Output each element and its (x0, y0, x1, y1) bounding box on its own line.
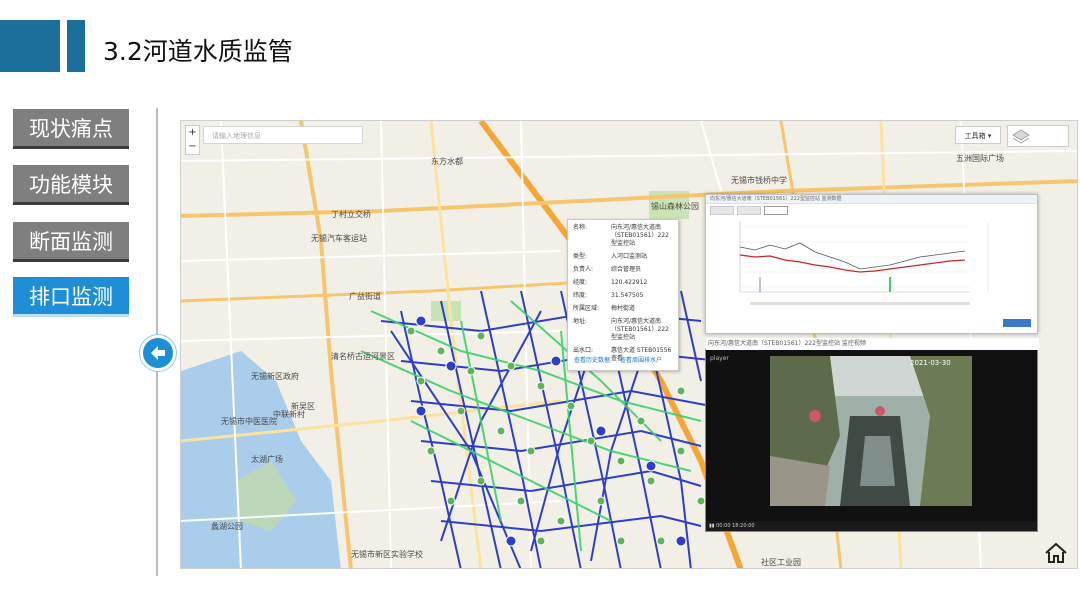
nav-item-outlet-monitoring[interactable]: 排口监测 (13, 277, 129, 317)
zoom-in-button[interactable]: + (186, 126, 199, 140)
popup-key: 名称: (573, 224, 588, 231)
popup-key: 经度: (573, 279, 588, 286)
player-label: player (710, 355, 729, 362)
popup-value: 入河口监测站 (611, 253, 648, 260)
chart-series-red (739, 254, 966, 273)
zoom-out-button[interactable]: − (186, 140, 199, 154)
station-info-popup: 名称: 向东河/惠信大道南（STEB01561）222型监控站 类型: 入河口监测站… (567, 219, 679, 371)
chart-tab-active[interactable] (764, 206, 788, 215)
chart-tabs (706, 204, 1037, 217)
map-label: 广益街道 (349, 292, 381, 301)
video-window: 向东河/惠信大道南（STEB01561）222型监控站 监控视频 player … (705, 338, 1039, 532)
view-nearby-link[interactable]: 查看周围排水户 (620, 357, 662, 364)
query-button[interactable] (1003, 319, 1031, 327)
map-label: 锡山森林公园 (651, 202, 699, 211)
video-time-readout: 00:00 18:20:00 (716, 523, 755, 529)
popup-value: 梅村街道 (611, 305, 636, 312)
map-label: 社区工业园 (761, 558, 801, 567)
popup-key: 所属区域: (573, 305, 600, 312)
back-arrow-button[interactable] (140, 335, 176, 371)
popup-key: 负责人: (573, 266, 594, 273)
chart-series-gray (739, 242, 966, 270)
video-window-title: 向东河/惠信大道南（STEB01561）222型监控站 监控视频 (706, 338, 1039, 350)
map-panel[interactable]: 无锡汽车客运站 广益街道 无锡新区政府 新吴区 无锡市中医医院 中联新村 五洲国… (180, 120, 1078, 569)
map-label: 清名桥古运河景区 (331, 352, 395, 361)
popup-value: 向东河/惠信大道南（STEB01561）222型监控站 (611, 318, 669, 341)
popup-key: 类型: (573, 253, 588, 260)
arrow-left-icon (151, 346, 165, 360)
map-label: 五洲国际广场 (956, 154, 1004, 163)
video-frame[interactable]: 2021-03-30 (770, 356, 972, 506)
popup-value: 120.422912 (611, 279, 648, 286)
view-history-link[interactable]: 查看历史数据 (574, 357, 610, 364)
play-pause-icon[interactable]: ▮▮ (709, 523, 715, 529)
layer-switcher[interactable] (1007, 125, 1069, 147)
toolbox-label: 工具箱 (964, 132, 986, 140)
popup-value: 向东河/惠信大道南（STEB01561）222型监控站 (611, 224, 669, 247)
home-button[interactable] (1043, 540, 1069, 566)
map-label: 蠡湖公园 (211, 522, 243, 531)
page-title: 3.2河道水质监管 (103, 37, 293, 66)
line-chart (739, 222, 989, 305)
chart-window-title: 向东河/惠信大道南（STEB01561）222型监控站 监测数据 (706, 195, 1037, 204)
map-label: 丁村立交桥 (331, 210, 371, 219)
map-label: 无锡市新区实验学校 (351, 550, 423, 559)
popup-key: 地址: (573, 318, 588, 325)
popup-value: 综合管理员 (611, 266, 642, 273)
home-icon (1045, 542, 1067, 563)
map-search-input[interactable]: 请输入地理信息 (203, 126, 363, 144)
nav-item-pain-points[interactable]: 现状痛点 (13, 109, 129, 149)
map-label: 东方水都 (431, 157, 463, 166)
map-label: 太湖广场 (251, 455, 283, 464)
chart-tab[interactable] (737, 206, 761, 215)
header-accent-bar-small (67, 20, 85, 72)
toolbox-dropdown[interactable]: 工具箱 ▾ (955, 126, 1001, 144)
video-timestamp: 2021-03-30 (910, 359, 951, 367)
popup-value: 31.547505 (611, 292, 644, 299)
nav-item-section-monitoring[interactable]: 断面监测 (13, 222, 129, 262)
chart-tab[interactable] (710, 206, 734, 215)
zoom-control: + − (185, 125, 200, 155)
nav-item-function-modules[interactable]: 功能模块 (13, 165, 129, 205)
video-controls[interactable]: ▮▮ 00:00 18:20:00 (706, 521, 1037, 531)
map-label: 无锡市钱桥中学 (731, 176, 787, 185)
video-scene (770, 356, 972, 506)
map-label: 无锡市中医医院 (221, 417, 277, 426)
header-accent-bar (0, 20, 60, 72)
chart-range-slider[interactable] (750, 302, 970, 305)
monitoring-chart-window: 向东河/惠信大道南（STEB01561）222型监控站 监测数据 (705, 194, 1038, 334)
map-label: 中联新村 (273, 410, 305, 419)
layers-icon (1012, 129, 1030, 144)
map-label: 无锡新区政府 (251, 372, 299, 381)
map-label: 无锡汽车客运站 (311, 234, 367, 243)
popup-key: 纬度: (573, 292, 588, 299)
